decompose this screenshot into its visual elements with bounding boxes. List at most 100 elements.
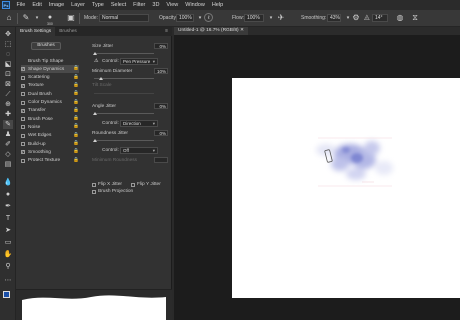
symmetry-butterfly-icon[interactable]: ⧖ <box>410 13 420 23</box>
brush-option-checkbox[interactable] <box>21 133 25 138</box>
tab-brush-settings[interactable]: Brush Settings <box>16 27 56 36</box>
brush-option-checkbox[interactable] <box>21 75 25 80</box>
brush-option-item[interactable]: Noise 🔒 <box>21 123 79 131</box>
frame-tool-icon[interactable]: ⊠ <box>3 80 13 89</box>
menu-file[interactable]: File <box>13 2 29 8</box>
foreground-color-swatch[interactable] <box>3 291 10 298</box>
zoom-tool-icon[interactable]: ⚲ <box>3 262 13 271</box>
brush-option-item[interactable]: Brush Pose 🔒 <box>21 115 79 123</box>
slider-thumb[interactable] <box>93 139 97 142</box>
smoothing-options-gear-icon[interactable]: ⚙ <box>351 13 361 23</box>
brush-option-checkbox[interactable]: ✓ <box>21 108 25 113</box>
minimum-diameter-value[interactable]: 10% <box>154 68 168 74</box>
menu-view[interactable]: View <box>163 2 182 8</box>
move-tool-icon[interactable]: ✥ <box>3 30 13 39</box>
flow-field[interactable]: 100% <box>244 14 264 22</box>
brush-tool-icon[interactable]: ✎ <box>3 120 13 129</box>
brush-option-item[interactable]: Brush Tip Shape <box>21 57 79 65</box>
brush-projection-checkbox[interactable] <box>92 190 96 194</box>
menu-image[interactable]: Image <box>45 2 67 8</box>
lock-icon[interactable]: 🔒 <box>73 124 79 129</box>
size-jitter-slider[interactable] <box>94 53 154 54</box>
size-control-select[interactable]: Pen Pressure ▾ <box>120 58 158 65</box>
dodge-tool-icon[interactable]: ● <box>3 190 13 199</box>
brush-option-checkbox[interactable] <box>21 100 25 105</box>
lock-icon[interactable]: 🔒 <box>73 116 79 121</box>
spot-healing-tool-icon[interactable]: ✚ <box>3 110 13 119</box>
mode-select[interactable]: Normal <box>99 14 149 22</box>
roundness-control-select[interactable]: Off ▾ <box>120 147 158 154</box>
gradient-tool-icon[interactable]: ▤ <box>3 160 13 169</box>
roundness-jitter-slider[interactable] <box>94 140 154 141</box>
lock-icon[interactable]: 🔒 <box>73 75 79 80</box>
roundness-jitter-value[interactable]: 0% <box>154 130 168 136</box>
clone-stamp-tool-icon[interactable]: ♟ <box>3 130 13 139</box>
brush-option-item[interactable]: ✓ Smoothing 🔒 <box>21 148 79 156</box>
rectangle-tool-icon[interactable]: ▭ <box>3 238 13 247</box>
lock-icon[interactable]: 🔒 <box>73 141 79 146</box>
airbrush-icon[interactable]: ✈ <box>276 13 286 23</box>
brush-option-checkbox[interactable]: ✓ <box>21 83 25 88</box>
brushes-button[interactable]: Brushes <box>31 42 61 50</box>
menu-window[interactable]: Window <box>182 2 209 8</box>
blur-tool-icon[interactable]: 💧 <box>3 178 13 187</box>
more-tools-icon[interactable]: ⋯ <box>3 276 13 285</box>
slider-thumb[interactable] <box>93 52 97 55</box>
brush-option-checkbox[interactable] <box>21 158 25 163</box>
menu-help[interactable]: Help <box>208 2 226 8</box>
lock-icon[interactable]: 🔒 <box>73 83 79 88</box>
flip-y-checkbox[interactable] <box>131 183 135 187</box>
chevron-down-icon[interactable]: ▾ <box>32 13 42 23</box>
brush-option-checkbox[interactable] <box>21 117 25 122</box>
document-canvas[interactable] <box>232 78 460 298</box>
angle-field[interactable]: 14° <box>372 14 388 22</box>
menu-layer[interactable]: Layer <box>68 2 89 8</box>
pen-tool-icon[interactable]: ✒ <box>3 202 13 211</box>
menu-type[interactable]: Type <box>88 2 107 8</box>
smoothing-field[interactable]: 43% <box>327 14 341 22</box>
menu-edit[interactable]: Edit <box>29 2 45 8</box>
angle-jitter-slider[interactable] <box>94 113 154 114</box>
lock-icon[interactable]: 🔒 <box>73 100 79 105</box>
menu-filter[interactable]: Filter <box>130 2 149 8</box>
brush-option-checkbox[interactable] <box>21 125 25 130</box>
eyedropper-tool-icon[interactable]: ⟋ <box>3 90 13 99</box>
brush-option-item[interactable]: Wet Edges 🔒 <box>21 132 79 140</box>
brush-option-item[interactable]: Protect Texture 🔒 <box>21 157 79 165</box>
angle-jitter-value[interactable]: 0% <box>154 103 168 109</box>
object-selection-tool-icon[interactable]: ⬕ <box>3 60 13 69</box>
minimum-diameter-slider[interactable] <box>94 78 154 79</box>
menu-3d[interactable]: 3D <box>149 2 163 8</box>
pressure-opacity-icon[interactable]: ℓ <box>204 13 213 22</box>
marquee-tool-icon[interactable]: ⬚ <box>3 40 13 49</box>
brush-option-item[interactable]: ✓ Texture 🔒 <box>21 82 79 90</box>
type-tool-icon[interactable]: T <box>3 214 13 223</box>
close-icon[interactable]: ✕ <box>240 28 244 33</box>
lock-icon[interactable]: 🔒 <box>73 108 79 113</box>
brush-option-checkbox[interactable]: ✓ <box>21 150 25 155</box>
opacity-field[interactable]: 100% <box>176 14 194 22</box>
brush-option-item[interactable]: Build-up 🔒 <box>21 140 79 148</box>
lock-icon[interactable]: 🔒 <box>73 158 79 163</box>
pressure-size-icon[interactable]: ◍ <box>395 13 405 23</box>
brush-option-item[interactable]: Scattering 🔒 <box>21 74 79 82</box>
flip-x-checkbox[interactable] <box>92 183 96 187</box>
hand-tool-icon[interactable]: ✋ <box>3 250 13 259</box>
crop-tool-icon[interactable]: ⊡ <box>3 70 13 79</box>
menu-select[interactable]: Select <box>107 2 129 8</box>
lock-icon[interactable]: 🔒 <box>73 149 79 154</box>
lasso-tool-icon[interactable]: ◌ <box>3 50 13 59</box>
panel-menu-icon[interactable]: ≡ <box>165 28 168 34</box>
healing-brush-tool-icon[interactable]: ⊕ <box>3 100 13 109</box>
brush-option-checkbox[interactable] <box>21 142 25 146</box>
angle-control-select[interactable]: Direction ▾ <box>120 120 158 127</box>
slider-thumb[interactable] <box>93 112 97 115</box>
lock-icon[interactable]: 🔒 <box>73 133 79 138</box>
slider-thumb[interactable] <box>99 77 103 80</box>
brush-option-checkbox[interactable] <box>21 92 25 97</box>
brush-option-item[interactable]: Color Dynamics 🔒 <box>21 99 79 107</box>
eraser-tool-icon[interactable]: ◇ <box>3 150 13 159</box>
brush-tool-icon[interactable]: ✎ <box>21 13 31 23</box>
document-tab[interactable]: Untitled-1 @ 16.7% (RGB/8) ✕ <box>174 27 248 35</box>
brush-settings-toggle-icon[interactable]: ▣ <box>66 13 76 23</box>
